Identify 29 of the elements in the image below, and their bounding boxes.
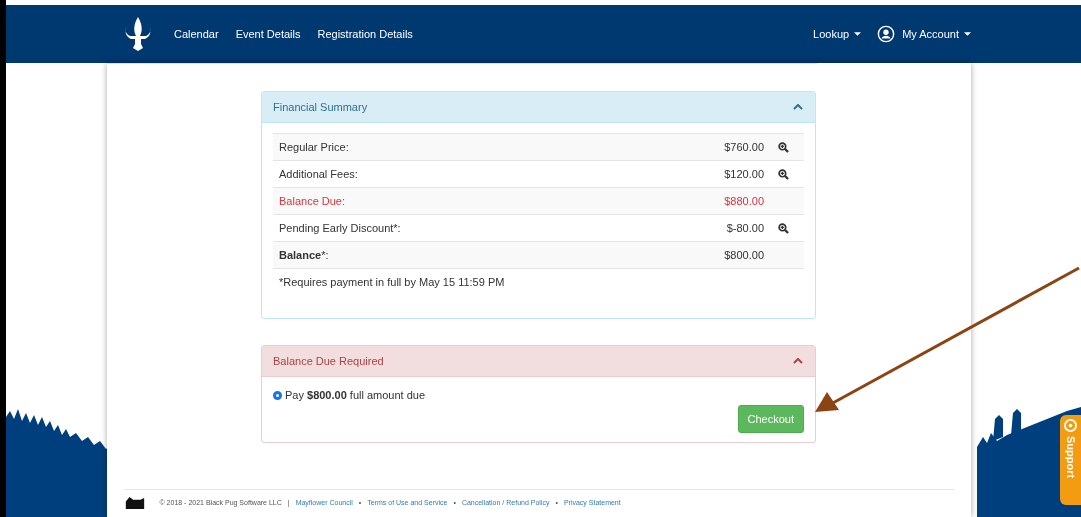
lookup-menu[interactable]: Lookup xyxy=(813,28,862,40)
caret-icon xyxy=(964,32,971,36)
radio-button[interactable] xyxy=(273,390,282,400)
row-label: Regular Price: xyxy=(279,141,350,153)
zoom-in-icon[interactable] xyxy=(777,141,789,153)
nav-link[interactable]: Event Details xyxy=(235,28,301,40)
nav-link[interactable]: Calendar xyxy=(174,28,219,40)
payment-deadline-note: *Requires payment in full by May 15 11:59 PM xyxy=(279,276,506,288)
row-amount: $120.00 xyxy=(724,168,764,180)
row-amount: $760.00 xyxy=(724,141,764,153)
zoom-in-icon[interactable] xyxy=(777,168,789,180)
collapse-chevron-icon[interactable] xyxy=(793,358,803,364)
row-amount: $-80.00 xyxy=(726,222,764,234)
row-label: Balance*: xyxy=(279,249,330,261)
row-amount: $800.00 xyxy=(724,249,764,261)
nav-link[interactable]: Registration Details xyxy=(317,28,413,40)
row-label: Additional Fees: xyxy=(279,168,359,180)
zoom-in-icon[interactable] xyxy=(777,222,789,234)
payment-option-label: Pay $800.00 full amount due xyxy=(285,389,426,401)
caret-icon xyxy=(854,32,862,36)
fleur-de-lis-logo-icon[interactable] xyxy=(123,16,153,52)
collapse-chevron-icon[interactable] xyxy=(793,104,803,110)
row-label: Balance Due: xyxy=(279,195,347,207)
account-menu[interactable]: My Account xyxy=(877,25,971,43)
panel-heading[interactable]: Balance Due Required xyxy=(262,346,815,377)
row-label: Pending Early Discount*: xyxy=(279,222,402,234)
panel-heading[interactable]: Financial Summary xyxy=(262,92,815,123)
user-icon xyxy=(877,25,896,43)
row-amount: $880.00 xyxy=(724,195,764,207)
